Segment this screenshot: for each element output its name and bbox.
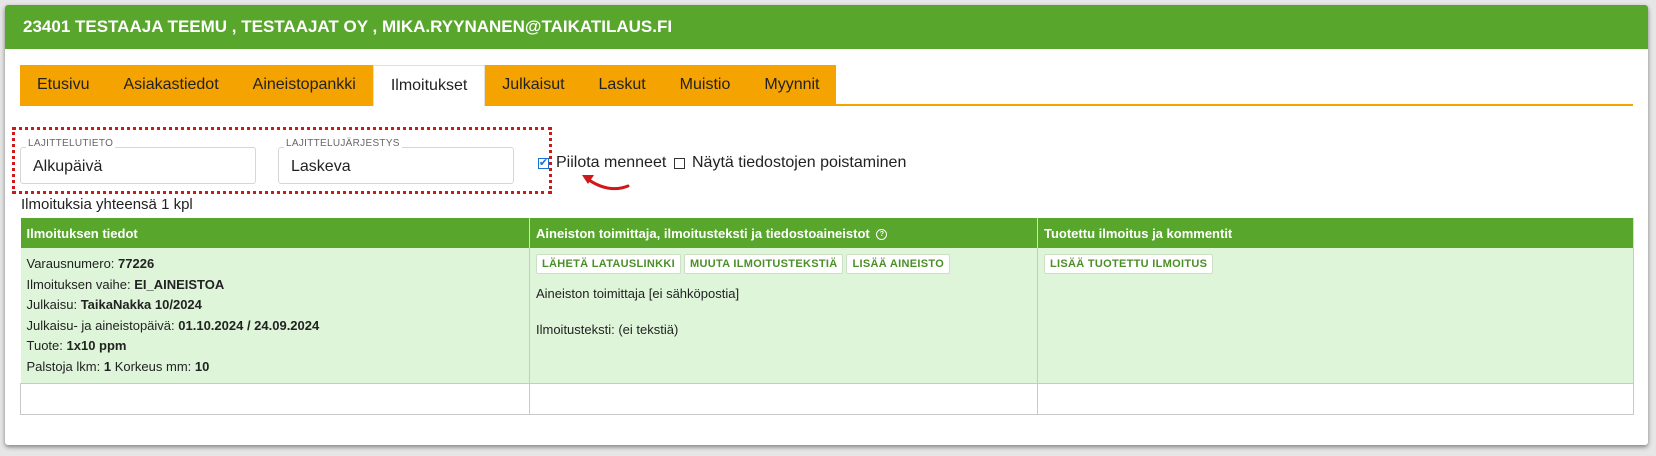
sort-field-label: LAJITTELUTIETO xyxy=(26,138,116,149)
material-supplier: Aineiston toimittaja [ei sähköpostia] xyxy=(536,286,740,301)
empty-cell xyxy=(20,383,530,415)
material-cell: LÄHETÄ LATAUSLINKKI MUUTA ILMOITUSTEKSTIÄ… xyxy=(529,248,1038,384)
ad-size: Palstoja lkm: 1 Korkeus mm: 10 xyxy=(26,358,210,374)
product: Tuote: 1x10 ppm xyxy=(26,338,127,353)
ad-info-cell: Varausnumero: 77226 Ilmoituksen vaihe: E… xyxy=(20,248,530,384)
table-row xyxy=(20,383,1634,415)
publication: Julkaisu: TaikaNakka 10/2024 xyxy=(26,297,202,312)
help-icon[interactable]: ? xyxy=(876,228,888,240)
hide-past-checkbox[interactable]: ✔ xyxy=(538,157,549,169)
tab-laskut[interactable]: Laskut xyxy=(581,65,663,105)
sort-field-value: Alkupäivä xyxy=(33,158,103,175)
column-header-produced: Tuotettu ilmoitus ja kommentit xyxy=(1037,218,1634,248)
ads-table: Ilmoituksen tiedot Aineiston toimittaja,… xyxy=(20,218,1634,415)
empty-cell xyxy=(529,383,1038,415)
tab-myynnit[interactable]: Myynnit xyxy=(747,65,837,105)
add-material-button[interactable]: LISÄÄ AINEISTO xyxy=(846,254,951,274)
annotation-arrow-icon xyxy=(582,175,630,191)
produced-cell: LISÄÄ TUOTETTU ILMOITUS xyxy=(1037,248,1634,384)
tab-aineistopankki[interactable]: Aineistopankki xyxy=(235,65,373,105)
sort-order-label: LAJITTELUJÄRJESTYS xyxy=(284,138,402,149)
sort-field-select[interactable]: LAJITTELUTIETO Alkupäivä xyxy=(20,138,256,184)
column-header-info: Ilmoituksen tiedot xyxy=(20,218,530,248)
tab-bar: Etusivu Asiakastiedot Aineistopankki Ilm… xyxy=(20,65,1633,106)
tab-asiakastiedot[interactable]: Asiakastiedot xyxy=(106,65,236,105)
reservation-number: Varausnumero: 77226 xyxy=(26,256,155,271)
tab-julkaisut[interactable]: Julkaisut xyxy=(485,65,582,105)
hide-past-option[interactable]: ✔ Piilota menneet xyxy=(538,154,666,172)
tab-etusivu[interactable]: Etusivu xyxy=(20,65,107,105)
send-upload-link-button[interactable]: LÄHETÄ LATAUSLINKKI xyxy=(536,254,682,274)
show-deletions-option[interactable]: Näytä tiedostojen poistaminen xyxy=(674,154,906,172)
ad-text: Ilmoitusteksti: (ei tekstiä) xyxy=(536,322,679,337)
show-deletions-label[interactable]: Näytä tiedostojen poistaminen xyxy=(692,154,906,172)
hide-past-label[interactable]: Piilota menneet xyxy=(556,154,666,172)
ad-stage: Ilmoituksen vaihe: EI_AINEISTOA xyxy=(26,276,225,292)
add-produced-ad-button[interactable]: LISÄÄ TUOTETTU ILMOITUS xyxy=(1044,254,1214,274)
material-actions: LÄHETÄ LATAUSLINKKI MUUTA ILMOITUSTEKSTIÄ… xyxy=(536,254,1031,274)
tab-muistio[interactable]: Muistio xyxy=(662,65,748,105)
tab-ilmoitukset[interactable]: Ilmoitukset xyxy=(372,65,486,106)
table-row: Varausnumero: 77226 Ilmoituksen vaihe: E… xyxy=(20,248,1634,384)
sort-order-select[interactable]: LAJITTELUJÄRJESTYS Laskeva xyxy=(278,138,514,184)
column-header-material: Aineiston toimittaja, ilmoitusteksti ja … xyxy=(529,218,1038,248)
result-count: Ilmoituksia yhteensä 1 kpl xyxy=(21,196,193,213)
customer-header: 23401 TESTAAJA TEEMU , TESTAAJAT OY , MI… xyxy=(5,5,1648,49)
table-header-row: Ilmoituksen tiedot Aineiston toimittaja,… xyxy=(20,218,1634,248)
publication-dates: Julkaisu- ja aineistopäivä: 01.10.2024 /… xyxy=(26,317,320,333)
customer-title: 23401 TESTAAJA TEEMU , TESTAAJAT OY , MI… xyxy=(23,17,673,36)
edit-ad-text-button[interactable]: MUUTA ILMOITUSTEKSTIÄ xyxy=(684,254,844,274)
sort-order-value: Laskeva xyxy=(291,158,351,175)
show-deletions-checkbox[interactable] xyxy=(674,157,685,169)
empty-cell xyxy=(1037,383,1634,415)
